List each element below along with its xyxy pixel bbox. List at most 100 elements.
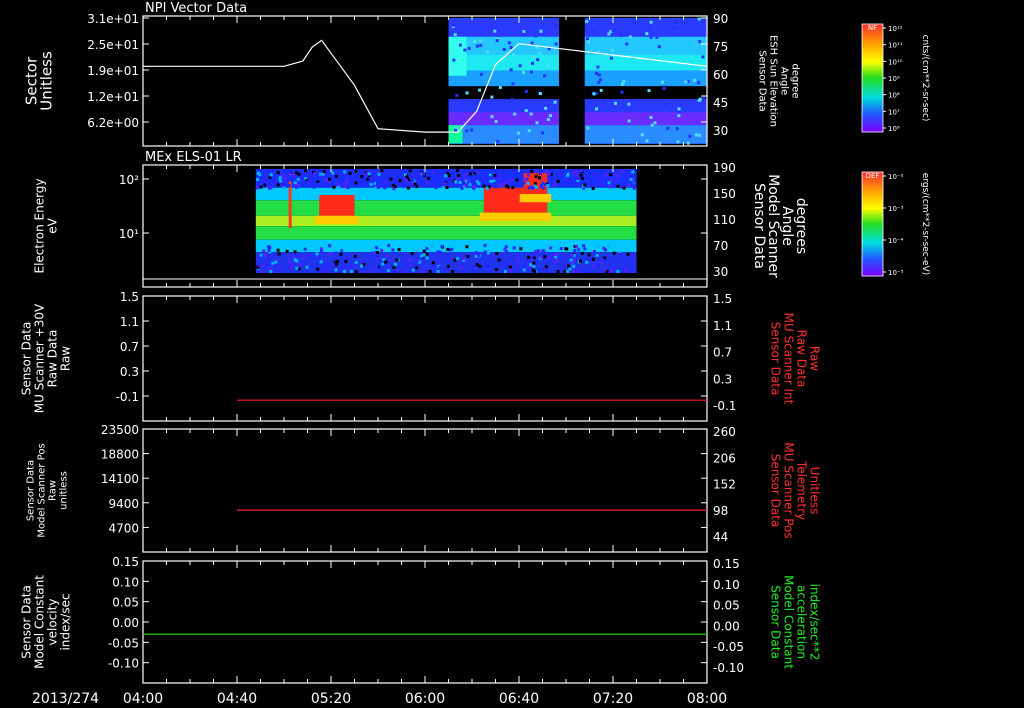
els-speckle [633, 180, 637, 184]
els-speckle [406, 186, 410, 190]
els-speckle [629, 178, 633, 182]
els-speckle [526, 258, 530, 262]
els-speckle [293, 258, 297, 262]
npi-speckle [502, 47, 506, 51]
els-speckle [274, 260, 278, 264]
els-speckle [409, 176, 413, 180]
time-tick-label: 08:00 [687, 691, 727, 707]
els-speckle [296, 184, 300, 188]
els-speckle [619, 185, 623, 189]
els-speckle [519, 247, 523, 251]
els-speckle [354, 169, 358, 173]
y-axis-label-left: Electron Energy eV [33, 178, 60, 273]
els-speckle [391, 248, 395, 252]
els-speckle [600, 179, 604, 183]
npi-speckle [610, 48, 614, 52]
npi-speckle [595, 107, 599, 111]
npi-speckle [664, 102, 668, 106]
els-speckle [592, 174, 596, 178]
els-speckle [509, 255, 513, 259]
els-speckle [415, 266, 419, 270]
npi-speckle [539, 29, 543, 33]
npi-speckle [698, 40, 702, 44]
els-speckle [460, 263, 464, 267]
els-speckle [566, 270, 570, 273]
els-speckle [282, 186, 286, 190]
npi-sector-band [448, 99, 559, 113]
npi-speckle [475, 44, 479, 48]
y-axis-label-left-line: Unitless [38, 51, 56, 111]
els-speckle [631, 270, 635, 273]
els-speckle [377, 172, 381, 176]
els-speckle [334, 251, 338, 255]
els-speckle [462, 180, 466, 184]
y-tick-label-left: 0.3 [120, 365, 139, 379]
npi-sector-band [584, 86, 707, 100]
els-speckle [578, 259, 582, 263]
els-speckle [544, 170, 548, 174]
els-speckle [266, 245, 270, 249]
els-speckle [614, 179, 618, 183]
els-speckle [266, 171, 270, 175]
els-speckle [504, 245, 508, 249]
els-speckle [587, 253, 591, 257]
els-speckle [450, 247, 454, 251]
y-tick-label-right: 30 [713, 124, 728, 138]
npi-speckle [585, 20, 589, 24]
els-speckle [598, 258, 602, 262]
els-speckle [447, 182, 451, 186]
els-speckle [322, 270, 326, 273]
npi-speckle [625, 42, 629, 46]
npi-sector-band [448, 18, 559, 37]
els-speckle [422, 249, 426, 253]
els-speckle [538, 172, 542, 176]
els-speckle [570, 178, 574, 182]
els-speckle [517, 244, 521, 248]
els-speckle [316, 255, 320, 259]
els-speckle [297, 172, 301, 176]
npi-speckle [660, 80, 664, 84]
time-tick-label: 06:00 [405, 691, 445, 707]
npi-speckle [463, 48, 467, 52]
els-speckle [597, 173, 601, 177]
npi-speckle [675, 127, 679, 131]
npi-speckle [530, 41, 534, 45]
els-speckle [428, 248, 432, 252]
els-speckle [614, 173, 618, 177]
y-tick-label-right: 90 [713, 12, 728, 26]
els-speckle [258, 263, 262, 267]
els-speckle [572, 270, 576, 273]
npi-speckle [597, 81, 601, 85]
els-speckle [626, 252, 630, 256]
els-speckle [580, 169, 584, 173]
els-speckle [370, 169, 374, 173]
els-speckle [261, 264, 265, 268]
els-speckle [430, 171, 434, 175]
els-speckle [468, 183, 472, 187]
npi-speckle [524, 109, 528, 113]
y-axis-label-right-line: acceleration [795, 585, 809, 659]
els-spike [288, 181, 292, 229]
els-speckle [387, 174, 391, 178]
npi-speckle [611, 29, 615, 33]
npi-speckle [509, 45, 513, 49]
els-speckle [350, 270, 354, 273]
els-speckle [608, 185, 612, 189]
els-speckle [458, 180, 462, 184]
npi-speckle [678, 110, 682, 114]
els-speckle [580, 251, 584, 255]
els-speckle [589, 270, 593, 273]
els-speckle [503, 247, 507, 251]
els-speckle [346, 186, 350, 190]
npi-speckle [620, 90, 624, 94]
els-speckle [612, 251, 616, 255]
els-speckle [532, 265, 536, 269]
els-speckle [485, 187, 489, 191]
els-speckle [600, 261, 604, 265]
els-speckle [422, 253, 426, 257]
els-speckle [400, 183, 404, 187]
els-speckle [397, 248, 401, 252]
y-tick-label-right: -0.10 [713, 661, 744, 675]
els-speckle [402, 258, 406, 262]
els-speckle [631, 170, 635, 174]
